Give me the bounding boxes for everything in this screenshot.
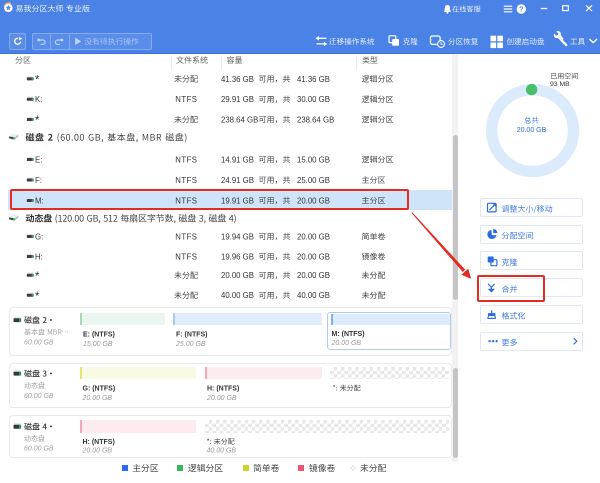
svg-text:41.36 GB: 41.36 GB xyxy=(221,75,254,84)
svg-text:238.64 GB: 238.64 GB xyxy=(297,115,334,124)
svg-text:NTFS: NTFS xyxy=(175,95,197,104)
svg-text:*: * xyxy=(35,271,40,283)
svg-text:40.00 GB: 40.00 GB xyxy=(221,291,254,300)
svg-text:H:: H: xyxy=(35,252,43,261)
svg-text:25.00 GB: 25.00 GB xyxy=(297,176,330,185)
svg-text:30.00 GB: 30.00 GB xyxy=(297,95,330,104)
svg-text:20.00 GB: 20.00 GB xyxy=(297,232,330,241)
svg-text:20.00 GB: 20.00 GB xyxy=(297,271,330,280)
svg-text:NTFS: NTFS xyxy=(175,176,197,185)
svg-text:20.00 GB: 20.00 GB xyxy=(517,127,547,134)
svg-text:41.36 GB: 41.36 GB xyxy=(297,75,330,84)
svg-text:19.96 GB: 19.96 GB xyxy=(221,252,254,261)
svg-text:93 MB: 93 MB xyxy=(550,81,570,88)
svg-text:238.64 GB: 238.64 GB xyxy=(221,115,258,124)
svg-text:*: * xyxy=(35,75,40,87)
svg-text:NTFS: NTFS xyxy=(175,155,197,164)
svg-text:F:: F: xyxy=(35,176,42,185)
svg-text:*: * xyxy=(35,291,40,303)
svg-text:G:: G: xyxy=(35,232,43,241)
svg-text:40.00 GB: 40.00 GB xyxy=(297,291,330,300)
svg-text:K:: K: xyxy=(35,95,42,104)
svg-text:E:: E: xyxy=(35,155,42,164)
svg-text:29.91 GB: 29.91 GB xyxy=(221,95,254,104)
svg-text:19.94 GB: 19.94 GB xyxy=(221,232,254,241)
svg-text:20.00 GB: 20.00 GB xyxy=(297,252,330,261)
svg-text:15.00 GB: 15.00 GB xyxy=(297,155,330,164)
svg-text:24.91 GB: 24.91 GB xyxy=(221,176,254,185)
svg-text:*: * xyxy=(35,115,40,127)
svg-text:20.00 GB: 20.00 GB xyxy=(221,271,254,280)
svg-text:NTFS: NTFS xyxy=(175,252,197,261)
svg-text:14.91 GB: 14.91 GB xyxy=(221,155,254,164)
svg-text:NTFS: NTFS xyxy=(175,232,197,241)
